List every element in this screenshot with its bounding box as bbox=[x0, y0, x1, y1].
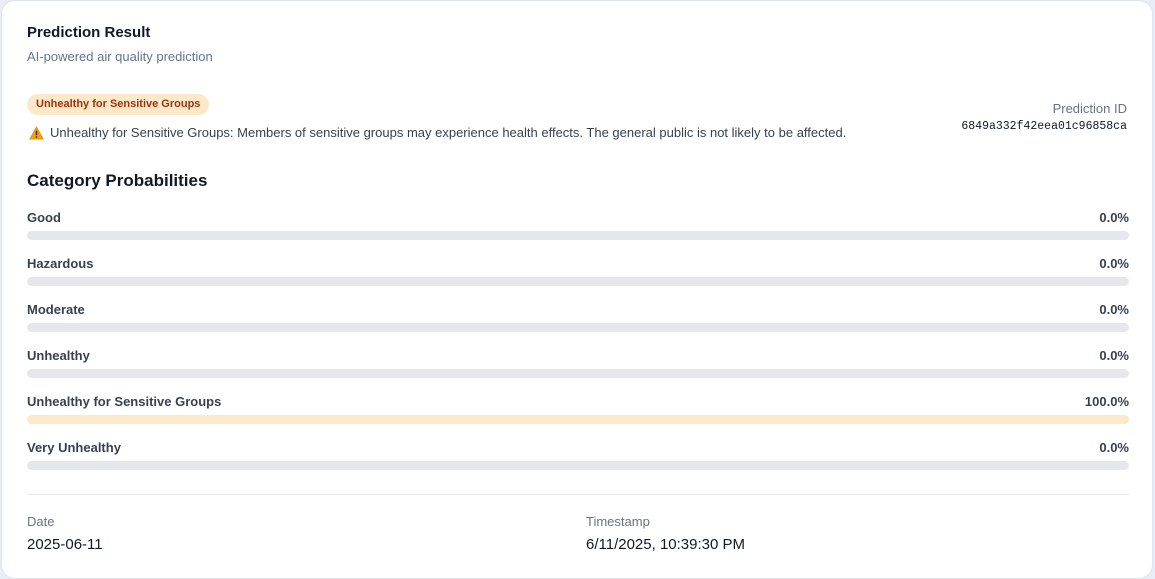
probability-value: 100.0% bbox=[1084, 394, 1129, 409]
probability-label: Hazardous bbox=[27, 256, 94, 271]
card-subtitle: AI-powered air quality prediction bbox=[27, 49, 213, 64]
probability-row-hazardous: Hazardous 0.0% bbox=[27, 254, 1129, 300]
timestamp-label: Timestamp bbox=[586, 514, 650, 529]
probability-value: 0.0% bbox=[1099, 440, 1129, 455]
probability-bar bbox=[27, 415, 1129, 424]
probability-row-good: Good 0.0% bbox=[27, 208, 1129, 254]
probability-value: 0.0% bbox=[1099, 256, 1129, 271]
probability-label: Unhealthy bbox=[27, 348, 90, 363]
probability-value: 0.0% bbox=[1099, 302, 1129, 317]
prediction-result-card: Prediction Result AI-powered air quality… bbox=[1, 0, 1153, 579]
probability-row-very-unhealthy: Very Unhealthy 0.0% bbox=[27, 438, 1129, 484]
status-alert: Unhealthy for Sensitive Groups: Members … bbox=[29, 125, 846, 140]
probability-row-unhealthy: Unhealthy 0.0% bbox=[27, 346, 1129, 392]
timestamp-value: 6/11/2025, 10:39:30 PM bbox=[586, 536, 746, 553]
date-label: Date bbox=[27, 514, 55, 529]
probability-bar-fill bbox=[27, 415, 1129, 424]
status-message: Unhealthy for Sensitive Groups: Members … bbox=[50, 125, 847, 140]
probability-row-moderate: Moderate 0.0% bbox=[27, 300, 1129, 346]
probability-bar bbox=[27, 277, 1129, 286]
status-badge: Unhealthy for Sensitive Groups bbox=[27, 94, 210, 115]
warning-icon bbox=[29, 126, 44, 140]
probability-label: Unhealthy for Sensitive Groups bbox=[27, 394, 222, 409]
probability-value: 0.0% bbox=[1099, 210, 1129, 225]
probabilities-title: Category Probabilities bbox=[27, 171, 208, 190]
probability-label: Moderate bbox=[27, 302, 85, 317]
probability-list: Good 0.0% Hazardous 0.0% Moderate 0.0% U… bbox=[27, 208, 1129, 484]
probability-label: Good bbox=[27, 210, 61, 225]
probability-label: Very Unhealthy bbox=[27, 440, 121, 455]
probability-bar bbox=[27, 231, 1129, 240]
divider bbox=[27, 494, 1129, 495]
probability-bar bbox=[27, 323, 1129, 332]
date-value: 2025-06-11 bbox=[27, 536, 103, 553]
probability-value: 0.0% bbox=[1099, 348, 1129, 363]
probability-bar bbox=[27, 369, 1129, 378]
prediction-id-label: Prediction ID bbox=[1052, 101, 1127, 116]
probability-row-unhealthy-sensitive: Unhealthy for Sensitive Groups 100.0% bbox=[27, 392, 1129, 438]
probability-bar bbox=[27, 461, 1129, 470]
prediction-id-value: 6849a332f42eea01c96858ca bbox=[961, 120, 1127, 133]
card-title: Prediction Result bbox=[27, 24, 151, 41]
